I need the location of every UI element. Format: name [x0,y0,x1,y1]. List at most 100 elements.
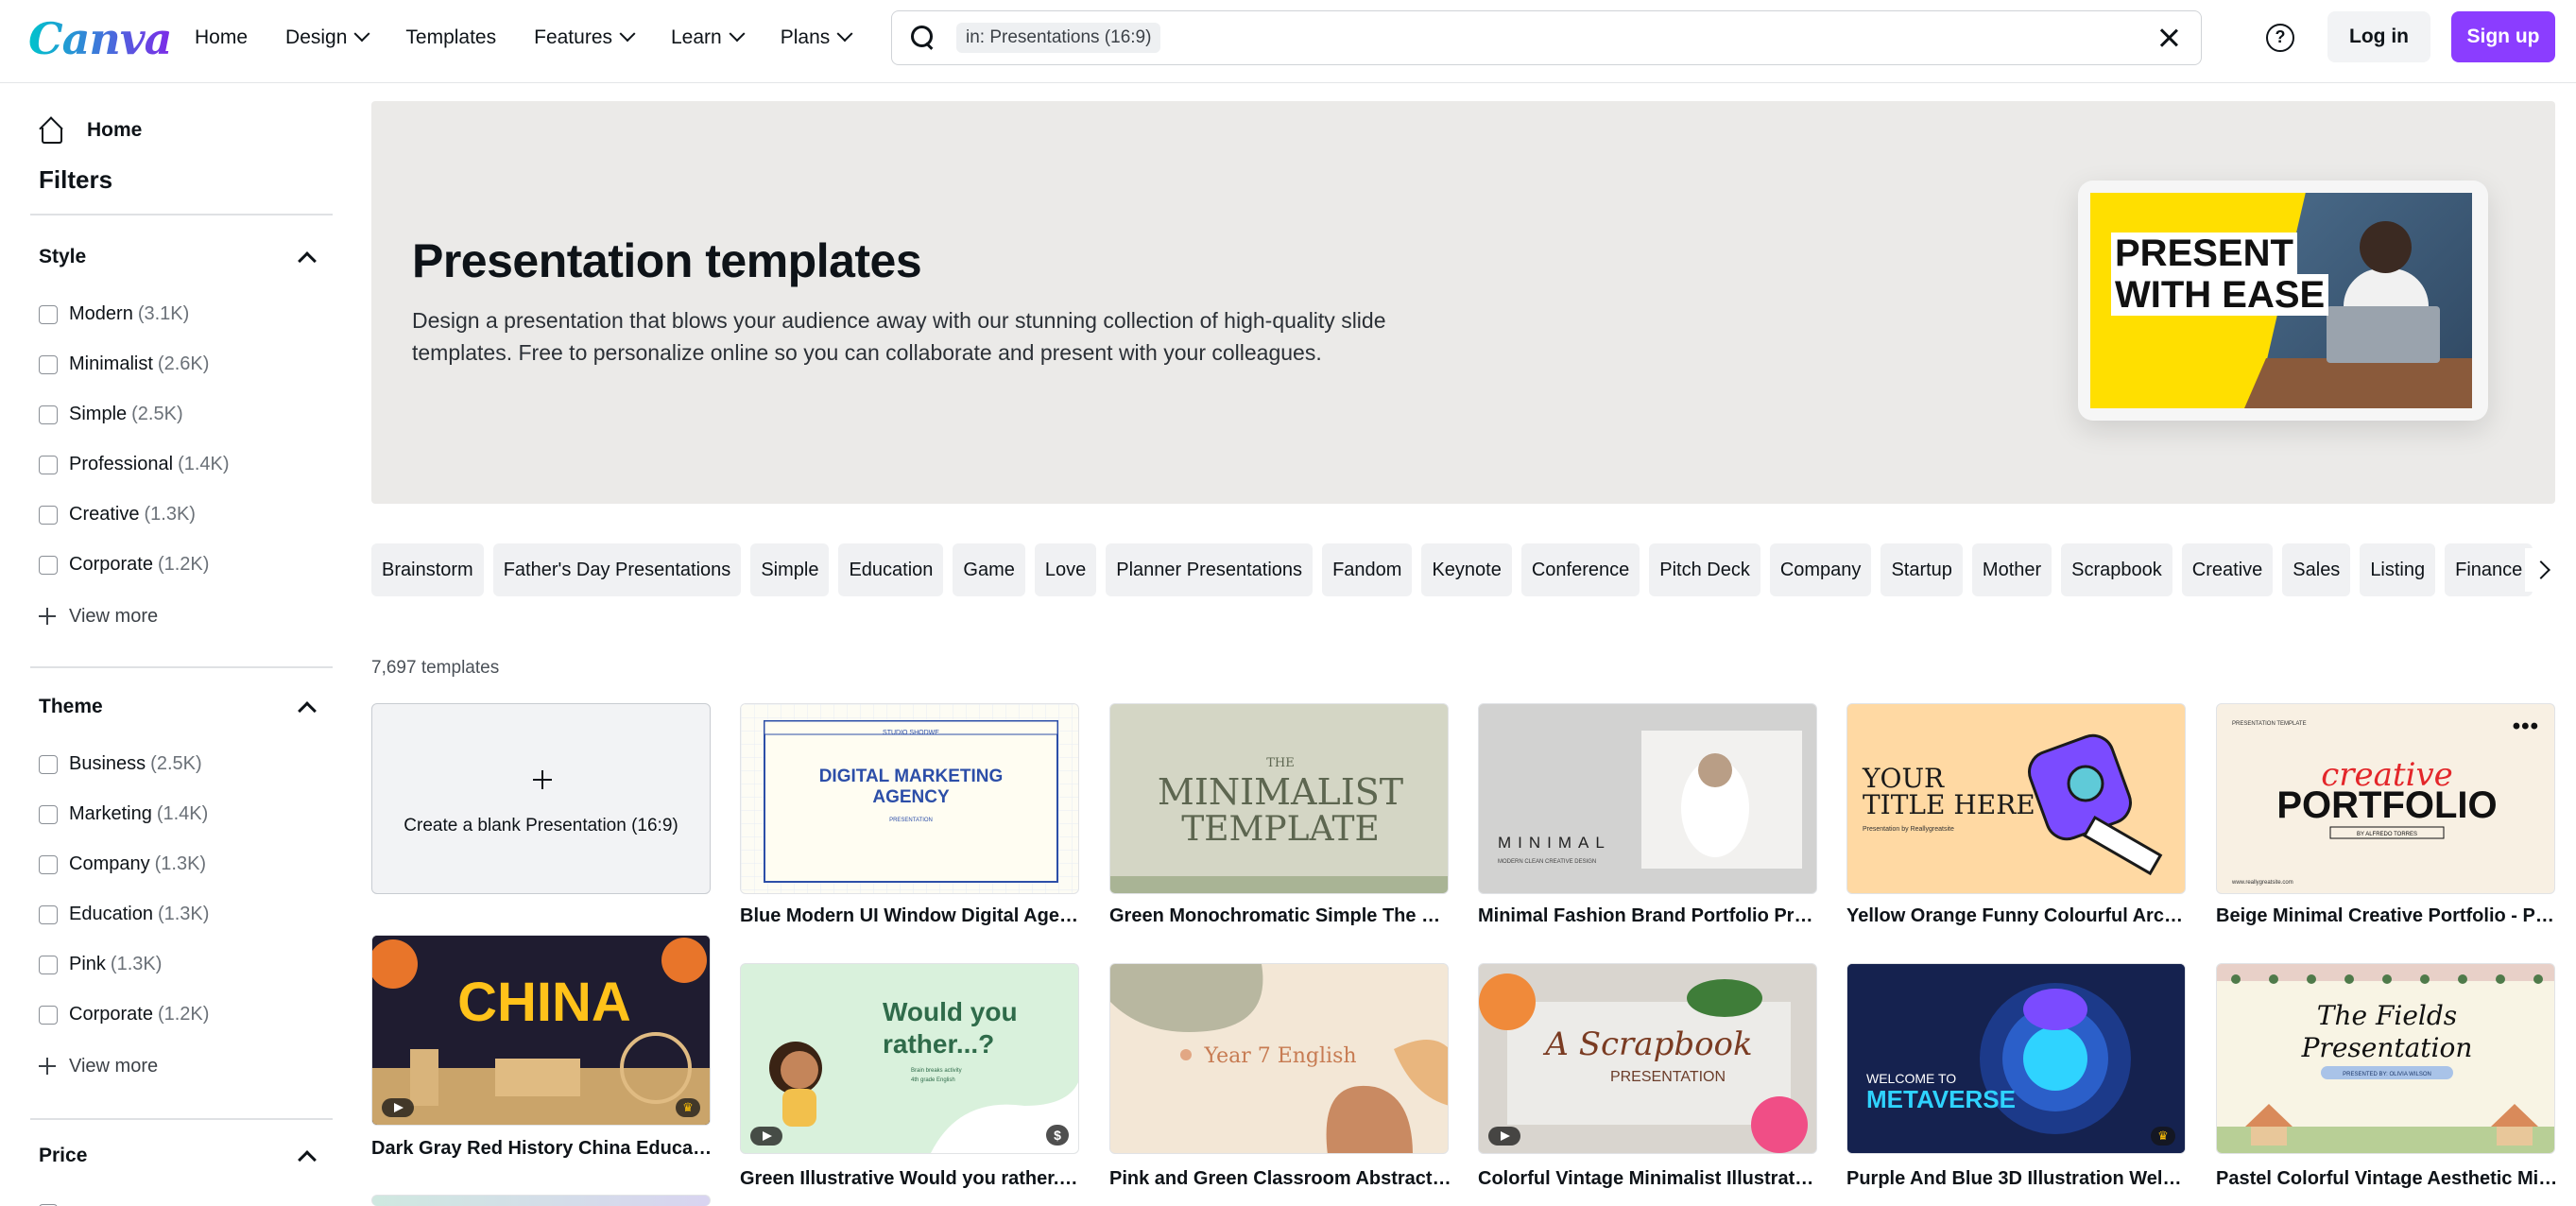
divider [30,1118,333,1120]
category-pill[interactable]: Father's Day Presentations [492,543,742,596]
checkbox[interactable] [39,955,58,974]
filter-option-label: Business [69,753,146,774]
category-pill[interactable]: Love [1034,543,1097,596]
search-filter-chip[interactable]: in: Presentations (16:9) [956,23,1161,53]
category-pill[interactable]: Company [1769,543,1872,596]
category-pill[interactable]: Listing [2360,543,2436,596]
template-thumbnail[interactable]: STUDIO SHODWE DIGITAL MARKETING AGENCY P… [740,703,1079,894]
template-text: WELCOME TO [1866,1071,1956,1086]
chevron-right-icon[interactable] [2525,548,2567,592]
category-pill[interactable]: Scrapbook [2061,543,2172,596]
filter-option[interactable]: Marketing (1.4K) [30,789,333,839]
category-pill[interactable]: Creative [2181,543,2274,596]
canva-logo[interactable]: Canva [28,13,172,64]
template-thumbnail[interactable]: A Scrapbook PRESENTATION [1478,963,1817,1154]
template-art: YOUR TITLE HERE Presentation by Reallygr… [1862,733,2163,876]
filter-option[interactable]: Pink (1.3K) [30,939,333,990]
template-title[interactable]: Pink and Green Classroom Abstract Organi… [1109,1168,1451,1190]
hero-slide-text: PRESENT WITH EASE [2111,233,2329,316]
view-more-button[interactable]: View more [30,1040,333,1093]
nav-design[interactable]: Design [266,9,386,66]
template-thumbnail[interactable]: Would you rather...? Brain breaks activi… [740,963,1079,1154]
filter-option[interactable]: Company (1.3K) [30,839,333,889]
template-title[interactable]: Yellow Orange Funny Colourful Architectu… [1846,905,2189,927]
nav-home[interactable]: Home [176,9,266,66]
checkbox[interactable] [39,304,58,324]
checkbox[interactable] [39,354,58,374]
category-pill[interactable]: Game [953,543,1025,596]
search-input[interactable]: in: Presentations (16:9) [891,10,2202,65]
category-pill[interactable]: Conference [1520,543,1640,596]
category-pill[interactable]: Pitch Deck [1649,543,1760,596]
sidebar-home-link[interactable]: Home [38,114,142,146]
filter-option[interactable]: Creative (1.3K) [30,490,333,540]
checkbox[interactable] [39,555,58,575]
nav-learn[interactable]: Learn [652,9,762,66]
category-pill[interactable]: Fandom [1322,543,1413,596]
category-pill[interactable]: Simple [750,543,830,596]
filter-option[interactable] [30,1188,333,1206]
category-pill[interactable]: Planner Presentations [1106,543,1314,596]
checkbox[interactable] [39,904,58,924]
filter-option[interactable]: Corporate (1.2K) [30,540,333,590]
template-title[interactable]: Green Monochromatic Simple The Minimalis… [1109,905,1451,927]
template-title[interactable]: Pastel Colorful Vintage Aesthetic Minima… [2216,1168,2558,1190]
checkbox[interactable] [39,455,58,474]
template-count: 7,697 templates [371,658,500,678]
checkbox[interactable] [39,804,58,824]
filter-group-header[interactable]: Theme [30,688,333,726]
clear-search-icon[interactable] [2157,26,2180,49]
template-title[interactable]: Blue Modern UI Window Digital Agency Pre… [740,905,1082,927]
template-thumbnail[interactable]: PRESENTATION TEMPLATE creative PORTFOLIO… [2216,703,2555,894]
filter-group-header[interactable]: Style [30,238,333,276]
template-text: METAVERSE [1866,1085,2016,1113]
view-more-button[interactable]: View more [30,590,333,643]
category-pill[interactable]: Education [838,543,944,596]
more-options-icon[interactable]: ••• [2513,714,2539,740]
template-title[interactable]: Purple And Blue 3D Illustration Welcome … [1846,1168,2189,1190]
template-thumbnail[interactable]: The Fields Presentation PRESENTED BY: OL… [2216,963,2555,1154]
nav-features[interactable]: Features [515,9,652,66]
checkbox[interactable] [39,854,58,874]
template-thumbnail[interactable]: MINIMAL MODERN CLEAN CREATIVE DESIGN [1478,703,1817,894]
category-pill[interactable]: Mother [1971,543,2052,596]
checkbox[interactable] [39,405,58,424]
nav-plans[interactable]: Plans [762,9,870,66]
filter-option[interactable]: Corporate (1.2K) [30,990,333,1040]
create-blank-card[interactable]: Create a blank Presentation (16:9) [371,703,711,894]
filter-option[interactable]: Simple (2.5K) [30,389,333,439]
nav-templates[interactable]: Templates [386,9,515,66]
filter-option[interactable]: Modern (3.1K) [30,289,333,339]
checkbox[interactable] [39,754,58,774]
filter-option[interactable]: Minimalist (2.6K) [30,339,333,389]
help-icon[interactable]: ? [2266,24,2294,52]
checkbox[interactable] [39,505,58,525]
template-title[interactable]: Beige Minimal Creative Portfolio - Prese… [2216,905,2558,927]
category-pill[interactable]: Startup [1880,543,1963,596]
category-pill[interactable]: Brainstorm [371,543,484,596]
template-title[interactable]: Green Illustrative Would you rather...? … [740,1168,1082,1190]
template-title[interactable]: Minimal Fashion Brand Portfolio Presenta… [1478,905,1820,927]
divider [30,666,333,668]
filter-option-count: (1.2K) [157,554,210,575]
category-pill[interactable]: Finance [2445,543,2533,596]
filter-option[interactable]: Professional (1.4K) [30,439,333,490]
template-thumbnail[interactable] [371,1195,711,1206]
template-thumbnail[interactable]: CHINA ♛ [371,935,711,1126]
category-pill[interactable]: Sales [2282,543,2351,596]
template-title[interactable]: Colorful Vintage Minimalist Illustrated … [1478,1168,1820,1190]
template-title[interactable]: Dark Gray Red History China Education Pr… [371,1138,713,1160]
filter-option-label: Modern [69,303,133,324]
filter-option[interactable]: Education (1.3K) [30,889,333,939]
template-thumbnail[interactable]: Year 7 English [1109,963,1449,1154]
signup-button[interactable]: Sign up [2451,11,2555,62]
filter-group-header[interactable]: Price [30,1137,333,1175]
checkbox[interactable] [39,1005,58,1025]
template-thumbnail[interactable]: YOUR TITLE HERE Presentation by Reallygr… [1846,703,2186,894]
filter-option-count: (2.6K) [157,353,210,374]
filter-option[interactable]: Business (2.5K) [30,739,333,789]
template-thumbnail[interactable]: WELCOME TO METAVERSE ♛ [1846,963,2186,1154]
login-button[interactable]: Log in [2327,11,2430,62]
category-pill[interactable]: Keynote [1421,543,1512,596]
template-thumbnail[interactable]: THE MINIMALIST TEMPLATE [1109,703,1449,894]
